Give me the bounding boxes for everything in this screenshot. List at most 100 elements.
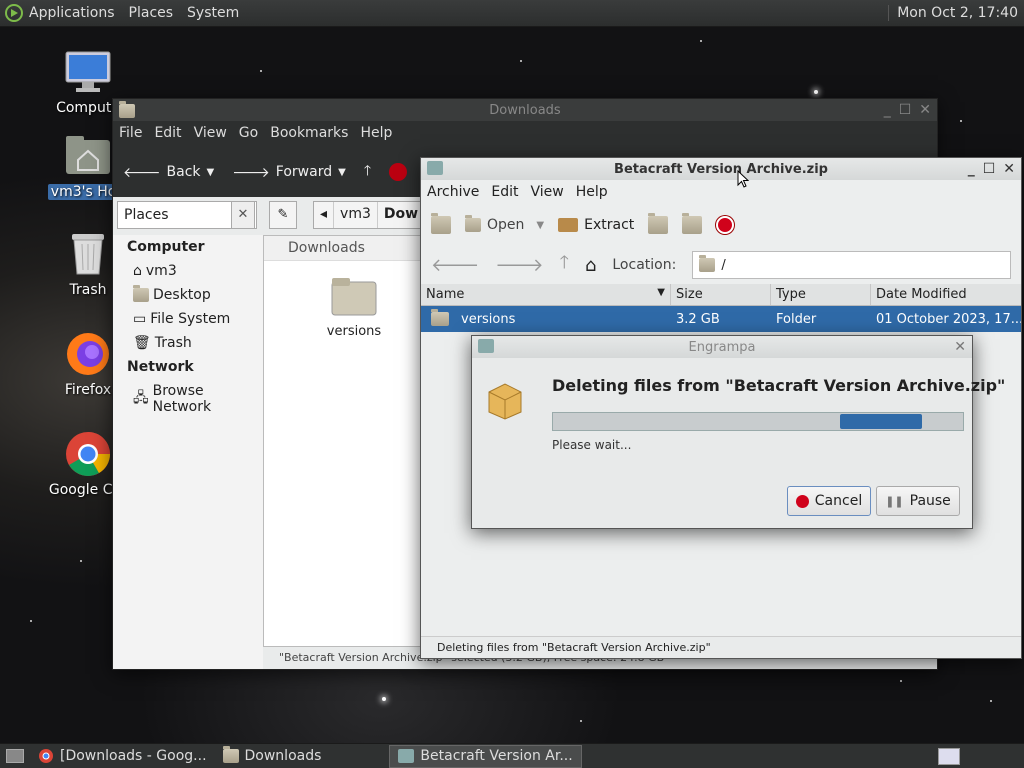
package-icon [488, 383, 522, 420]
path-item-downloads[interactable]: Dow [376, 202, 424, 228]
up-arrow-icon[interactable]: 🡑 [560, 250, 569, 280]
home-icon[interactable]: ⌂ [585, 255, 596, 276]
show-desktop-icon[interactable] [6, 749, 24, 763]
menu-bookmarks[interactable]: Bookmarks [270, 125, 348, 141]
minimize-icon[interactable]: _ [884, 102, 891, 118]
close-sidebar-button[interactable]: ✕ [231, 201, 255, 229]
star [382, 697, 386, 701]
clock[interactable]: Mon Oct 2, 17:40 [888, 5, 1018, 21]
sidebar-item-filesystem[interactable]: ▭ File System [113, 307, 263, 331]
folder-icon [119, 101, 135, 118]
folder-label: versions [326, 324, 382, 339]
window-title: Downloads [489, 102, 561, 118]
star [814, 90, 818, 94]
up-button[interactable]: 🡑 [364, 160, 371, 184]
table-row[interactable]: versions 3.2 GB Folder 01 October 2023, … [421, 306, 1021, 332]
task-label: Downloads [244, 748, 322, 764]
arrow-right-icon: 🡒 [232, 164, 270, 181]
row-size: 3.2 GB [676, 311, 720, 327]
menu-go[interactable]: Go [239, 125, 258, 141]
trash-icon [64, 230, 112, 278]
sidebar-item-vm3[interactable]: ⌂ vm3 [113, 259, 263, 283]
pause-label: Pause [909, 493, 951, 509]
progress-dialog: Engrampa ✕ Deleting files from "Betacraf… [471, 335, 1005, 529]
progress-fill [840, 414, 922, 429]
column-type[interactable]: Type [771, 284, 871, 305]
sidebar-item-desktop[interactable]: Desktop [113, 283, 263, 307]
back-button[interactable]: 🡐 Back ▼ [123, 164, 214, 181]
extract-button[interactable]: Extract [558, 217, 634, 233]
archive-status-bar: Deleting files from "Betacraft Version A… [421, 636, 1021, 658]
menu-edit[interactable]: Edit [154, 125, 181, 141]
task-downloads[interactable]: Downloads [215, 745, 330, 768]
menu-system[interactable]: System [187, 5, 239, 21]
sidebar-item-label: Browse Network [152, 383, 212, 415]
menu-edit[interactable]: Edit [491, 184, 518, 200]
task-chrome-downloads[interactable]: [Downloads - Goog... [30, 745, 215, 768]
archive-titlebar[interactable]: Betacraft Version Archive.zip _ ☐ ✕ [421, 158, 1021, 180]
add-folder-button[interactable] [682, 213, 703, 234]
close-icon[interactable]: ✕ [954, 339, 966, 355]
row-type: Folder [776, 311, 817, 327]
workspace-switcher[interactable] [938, 748, 960, 765]
places-label: Places [124, 207, 169, 223]
close-icon[interactable]: ✕ [919, 102, 931, 118]
dialog-titlebar[interactable]: Engrampa ✕ [472, 336, 972, 358]
new-archive-button[interactable] [431, 213, 451, 234]
path-left-arrow[interactable]: ◂ [314, 202, 333, 228]
menu-view[interactable]: View [531, 184, 564, 200]
menu-view[interactable]: View [194, 125, 227, 141]
task-label: [Downloads - Goog... [60, 748, 207, 764]
path-item-home[interactable]: vm3 [333, 202, 377, 228]
taskbar: [Downloads - Goog... Downloads Betacraft… [0, 743, 1024, 768]
task-label: Betacraft Version Ar... [420, 748, 573, 764]
network-icon: 🖧 [133, 390, 149, 406]
cancel-button[interactable]: Cancel [787, 486, 871, 516]
open-button[interactable]: Open ▼ [465, 215, 545, 233]
star [700, 40, 702, 42]
chevron-down-icon: ▼ [536, 219, 545, 231]
pause-button[interactable]: ❚❚ Pause [876, 486, 960, 516]
column-name[interactable]: Name ▼ [421, 284, 671, 305]
column-size[interactable]: Size [671, 284, 771, 305]
open-label: Open [487, 217, 525, 233]
forward-button[interactable]: 🡒 Forward ▼ [232, 164, 346, 181]
column-date[interactable]: Date Modified [871, 284, 1021, 305]
sidebar-item-browse-network[interactable]: 🖧 Browse Network [113, 379, 263, 419]
file-manager-titlebar[interactable]: Downloads _ ☐ ✕ [113, 99, 937, 121]
maximize-icon[interactable]: ☐ [899, 102, 912, 118]
close-icon[interactable]: ✕ [1003, 161, 1015, 177]
forward-arrow-icon[interactable]: 🡒 [495, 255, 543, 276]
dialog-title: Engrampa [688, 339, 756, 355]
edit-location-button[interactable]: ✎ [269, 201, 297, 229]
trash-icon: 🗑 [133, 335, 151, 351]
star [30, 620, 32, 622]
sidebar-item-trash[interactable]: 🗑 Trash [113, 331, 263, 355]
add-files-icon [648, 213, 669, 234]
menu-places[interactable]: Places [129, 5, 174, 21]
add-files-button[interactable] [648, 213, 669, 234]
menu-applications[interactable]: Applications [29, 5, 115, 21]
menu-help[interactable]: Help [576, 184, 608, 200]
new-archive-icon [431, 213, 451, 234]
menu-archive[interactable]: Archive [427, 184, 479, 200]
sort-down-icon: ▼ [657, 287, 665, 298]
location-field[interactable]: / [692, 251, 1011, 279]
row-name: versions [461, 311, 516, 327]
mate-logo-icon[interactable] [5, 4, 23, 22]
star [260, 70, 262, 72]
status-message: Please wait... [552, 438, 632, 452]
stop-button[interactable] [389, 163, 408, 181]
drive-icon: ▭ [133, 311, 147, 327]
menu-file[interactable]: File [119, 125, 142, 141]
stop-button[interactable] [716, 216, 735, 234]
maximize-icon[interactable]: ☐ [983, 161, 996, 177]
minimize-icon[interactable]: _ [968, 161, 975, 177]
folder-item[interactable]: versions [324, 276, 384, 339]
back-arrow-icon[interactable]: 🡐 [431, 255, 479, 276]
open-icon [465, 215, 481, 232]
task-archive[interactable]: Betacraft Version Ar... [389, 744, 582, 768]
star [990, 700, 992, 702]
sidebar-header-network: Network [127, 359, 194, 375]
menu-help[interactable]: Help [360, 125, 392, 141]
